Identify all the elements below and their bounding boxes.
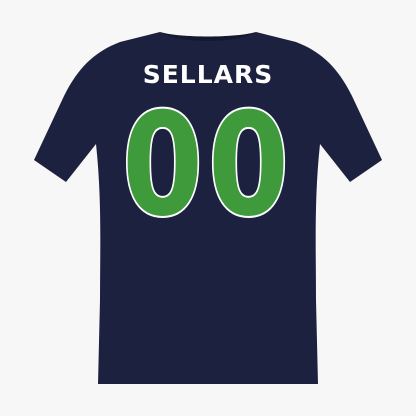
player-number: 00 — [120, 83, 294, 248]
product-image: SELLARS 00 — [0, 0, 416, 416]
